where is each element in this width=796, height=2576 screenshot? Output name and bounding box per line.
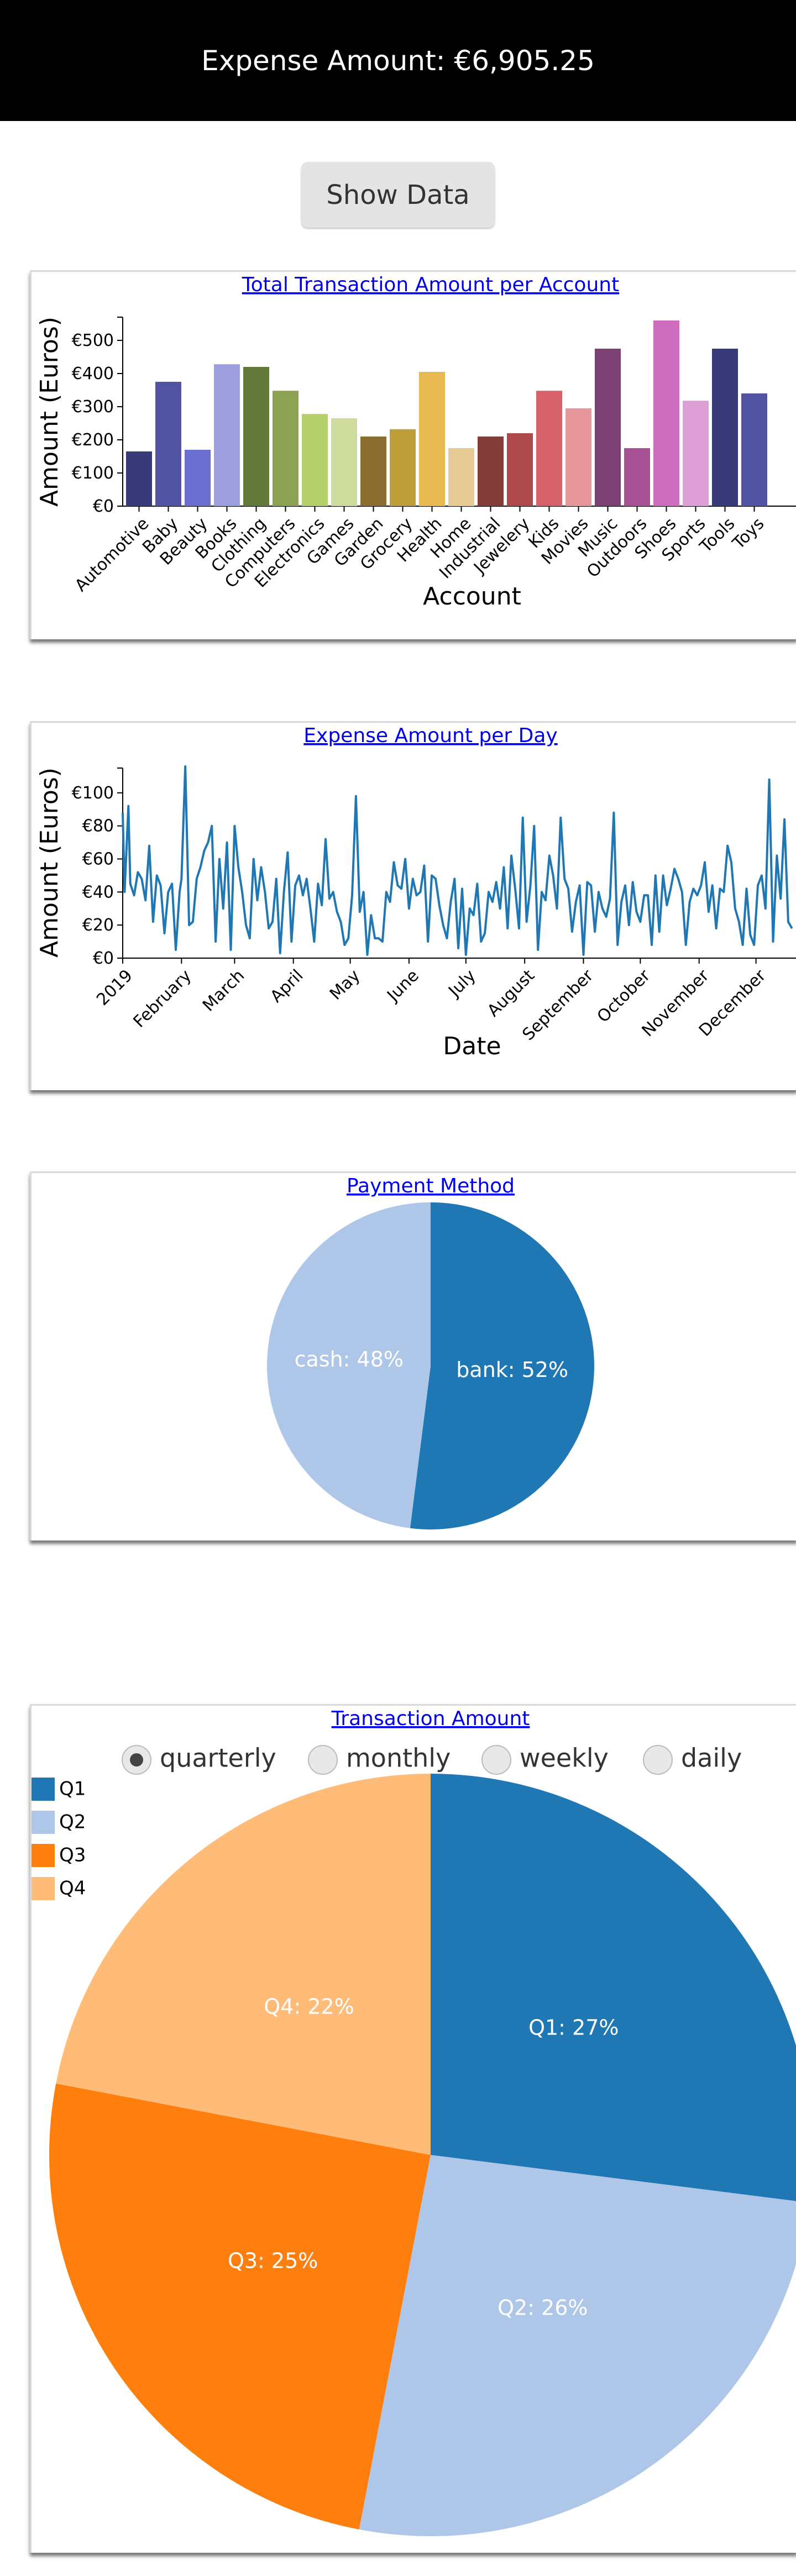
bar-computers[interactable] (273, 391, 298, 506)
y-tick-label: €400 (72, 364, 114, 383)
y-tick-label: €80 (82, 817, 114, 836)
bar-kids[interactable] (536, 391, 562, 506)
slice-label: Q4: 22% (264, 1995, 354, 2019)
radio-quarterly[interactable]: quarterly (122, 1743, 276, 1775)
x-tick-label: Toys (729, 514, 768, 553)
radio-circle[interactable] (643, 1745, 673, 1775)
x-tick-label: 2019 (93, 966, 137, 1010)
show-data-button[interactable]: Show Data (301, 162, 495, 228)
x-tick-label: October (594, 966, 654, 1027)
payment-method-pie-card: Payment Method bank: 52% cash: 48% (30, 1171, 796, 1541)
slice-label: Q2: 26% (498, 2296, 588, 2320)
transaction-amount-pie-card: Transaction Amount Q1: 27% Q2: 26% Q3: 25%… (30, 1704, 796, 2553)
bar-industrial[interactable] (478, 437, 504, 506)
slice-q2[interactable] (359, 2155, 796, 2537)
bar-tools[interactable] (712, 349, 738, 506)
bar-health[interactable] (419, 372, 445, 506)
y-tick-label: €0 (93, 497, 114, 516)
bar-home[interactable] (448, 448, 474, 506)
bar-beauty[interactable] (185, 450, 211, 506)
daily-expense-line-chart-card: Expense Amount per Day €0 €20 €40 €60 €80 €10… (30, 721, 796, 1090)
radio-label: monthly (346, 1743, 451, 1773)
radio-weekly[interactable]: weekly (481, 1743, 609, 1775)
bar-games[interactable] (331, 418, 357, 506)
daily-expense-line-chart: Expense Amount per Day €0 €20 €40 €60 €80 €10… (35, 724, 796, 1060)
bar-sports[interactable] (683, 401, 709, 506)
chart-title-transaction-amount[interactable]: Transaction Amount (331, 1707, 530, 1730)
y-tick-label: €200 (72, 430, 114, 450)
bar-grocery[interactable] (390, 429, 416, 506)
x-tick-label: February (130, 966, 196, 1032)
chart-title-payment-method[interactable]: Payment Method (347, 1175, 515, 1197)
bar-garden[interactable] (360, 437, 386, 506)
y-axis-label: Amount (Euros) (35, 317, 64, 507)
slice-label: Q3: 25% (228, 2248, 318, 2273)
radio-dot (130, 1753, 143, 1767)
bar-toys[interactable] (741, 393, 767, 506)
radio-circle[interactable] (308, 1745, 338, 1775)
bar-books[interactable] (214, 364, 240, 506)
account-bar-chart-card: Total Transaction Amount per Account €0 €… (30, 270, 796, 639)
x-tick-label: Automotive (71, 514, 153, 595)
y-axis-label: Amount (Euros) (35, 767, 64, 958)
bar-movies[interactable] (565, 408, 591, 506)
expense-amount-label: Expense Amount: €6,905.25 (201, 44, 595, 77)
y-tick-label: €40 (82, 882, 114, 902)
chart-title-accounts[interactable]: Total Transaction Amount per Account (242, 274, 619, 296)
bar-shoes[interactable] (653, 320, 679, 506)
y-tick-label: €300 (72, 397, 114, 417)
bar-music[interactable] (595, 349, 621, 506)
chart-title-daily-expense[interactable]: Expense Amount per Day (303, 724, 557, 747)
bar-outdoors[interactable] (624, 448, 650, 506)
radio-monthly[interactable]: monthly (308, 1743, 451, 1775)
bar-jewelery[interactable] (507, 433, 533, 506)
radio-label: quarterly (160, 1743, 276, 1773)
y-tick-label: €100 (72, 784, 114, 803)
legend-swatch (32, 1811, 55, 1834)
legend-swatch (32, 1877, 55, 1900)
x-axis-label: Date (443, 1032, 501, 1060)
y-tick-label: €20 (82, 916, 114, 935)
bar-electronics[interactable] (302, 414, 328, 506)
transaction-amount-pie-chart: Transaction Amount Q1: 27% Q2: 26% Q3: 25%… (32, 1707, 796, 2537)
y-tick-label: €500 (72, 331, 114, 350)
x-tick-label: May (326, 966, 364, 1004)
bar-clothing[interactable] (243, 367, 269, 506)
y-tick-label: €100 (72, 464, 114, 483)
header-bar: Expense Amount: €6,905.25 (0, 0, 796, 121)
radio-circle[interactable] (481, 1745, 511, 1775)
y-tick-label: €0 (93, 949, 114, 968)
legend-label: Q3 (59, 1844, 86, 1867)
slice-q1[interactable] (431, 1774, 796, 2202)
slice-label: Q1: 27% (528, 2015, 619, 2039)
slice-label: bank: 52% (456, 1358, 568, 1382)
expense-line[interactable] (122, 765, 793, 956)
x-tick-label: March (199, 966, 248, 1015)
x-tick-label: August (484, 966, 538, 1021)
radio-label: daily (681, 1743, 742, 1773)
pie-transaction: Q1: 27% Q2: 26% Q3: 25% Q4: 22% (49, 1774, 796, 2537)
legend-swatch (32, 1778, 55, 1801)
y-tick-label: €60 (82, 850, 114, 869)
x-tick-label: April (266, 966, 307, 1006)
legend-label: Q4 (59, 1878, 86, 1900)
x-tick-label: July (444, 966, 479, 1001)
pie-payment: bank: 52% cash: 48% (266, 1202, 594, 1529)
bar-automotive[interactable] (126, 451, 152, 506)
legend-swatch (32, 1844, 55, 1867)
radio-label: weekly (520, 1743, 609, 1773)
radio-daily[interactable]: daily (643, 1743, 742, 1775)
bar-baby[interactable] (155, 382, 181, 506)
x-axis-label: Account (423, 582, 521, 611)
x-tick-label: June (383, 966, 422, 1006)
slice-label: cash: 48% (295, 1347, 404, 1371)
legend-label: Q1 (59, 1778, 86, 1800)
account-bar-chart: Total Transaction Amount per Account €0 €… (35, 274, 796, 611)
legend-label: Q2 (59, 1811, 86, 1833)
payment-method-pie-chart: Payment Method bank: 52% cash: 48% (266, 1175, 594, 1529)
